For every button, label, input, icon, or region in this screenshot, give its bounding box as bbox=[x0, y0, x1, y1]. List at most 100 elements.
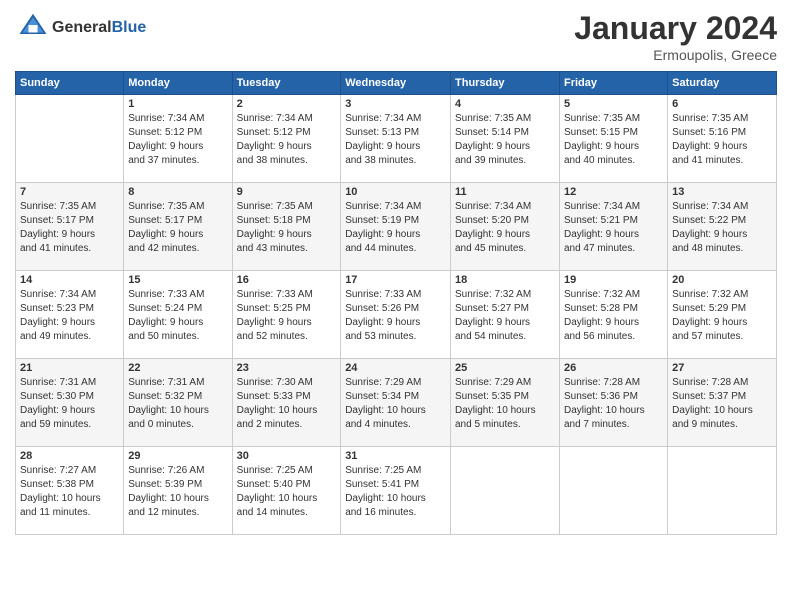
calendar-cell: 9 Sunrise: 7:35 AM Sunset: 5:18 PM Daylig… bbox=[232, 183, 341, 271]
day-info: Sunrise: 7:33 AM Sunset: 5:25 PM Dayligh… bbox=[237, 288, 337, 344]
calendar-cell bbox=[451, 447, 560, 535]
calendar-table: Sunday Monday Tuesday Wednesday Thursday… bbox=[15, 71, 777, 535]
calendar-cell: 5 Sunrise: 7:35 AM Sunset: 5:15 PM Daylig… bbox=[559, 95, 667, 183]
day-number: 20 bbox=[672, 274, 772, 286]
day-info: Sunrise: 7:26 AM Sunset: 5:39 PM Dayligh… bbox=[128, 464, 227, 520]
day-number: 6 bbox=[672, 98, 772, 110]
day-info: Sunrise: 7:32 AM Sunset: 5:29 PM Dayligh… bbox=[672, 288, 772, 344]
calendar-cell: 23Sunrise: 7:30 AM Sunset: 5:33 PM Dayli… bbox=[232, 359, 341, 447]
calendar-cell: 3Sunrise: 7:34 AM Sunset: 5:13 PM Daylig… bbox=[341, 95, 451, 183]
calendar-cell: 14 Sunrise: 7:34 AM Sunset: 5:23 PM Dayli… bbox=[16, 271, 124, 359]
day-number: 7 bbox=[20, 186, 119, 198]
logo-text: GeneralBlue bbox=[52, 19, 146, 37]
day-number: 26 bbox=[564, 362, 663, 374]
day-info: Sunrise: 7:35 AM Sunset: 5:16 PM Dayligh… bbox=[672, 112, 772, 168]
calendar-cell bbox=[16, 95, 124, 183]
day-number: 25 bbox=[455, 362, 555, 374]
day-number: 30 bbox=[237, 450, 337, 462]
day-number: 2 bbox=[237, 98, 337, 110]
month-title: January 2024 bbox=[574, 10, 777, 47]
day-number: 22 bbox=[128, 362, 227, 374]
calendar-cell: 13Sunrise: 7:34 AM Sunset: 5:22 PM Dayli… bbox=[668, 183, 777, 271]
calendar-cell: 4 Sunrise: 7:35 AM Sunset: 5:14 PM Daylig… bbox=[451, 95, 560, 183]
day-info: Sunrise: 7:35 AM Sunset: 5:14 PM Dayligh… bbox=[455, 112, 555, 168]
calendar-cell: 22Sunrise: 7:31 AM Sunset: 5:32 PM Dayli… bbox=[124, 359, 232, 447]
day-number: 4 bbox=[455, 98, 555, 110]
calendar-cell: 2 Sunrise: 7:34 AM Sunset: 5:12 PM Daylig… bbox=[232, 95, 341, 183]
calendar-cell: 27 Sunrise: 7:28 AM Sunset: 5:37 PM Dayli… bbox=[668, 359, 777, 447]
calendar-cell: 20 Sunrise: 7:32 AM Sunset: 5:29 PM Dayli… bbox=[668, 271, 777, 359]
calendar-cell: 16 Sunrise: 7:33 AM Sunset: 5:25 PM Dayli… bbox=[232, 271, 341, 359]
calendar-cell: 10Sunrise: 7:34 AM Sunset: 5:19 PM Dayli… bbox=[341, 183, 451, 271]
day-number: 11 bbox=[455, 186, 555, 198]
location: Ermoupolis, Greece bbox=[574, 47, 777, 63]
day-info: Sunrise: 7:33 AM Sunset: 5:26 PM Dayligh… bbox=[345, 288, 446, 344]
calendar-cell: 29 Sunrise: 7:26 AM Sunset: 5:39 PM Dayli… bbox=[124, 447, 232, 535]
day-number: 24 bbox=[345, 362, 446, 374]
day-info: Sunrise: 7:34 AM Sunset: 5:23 PM Dayligh… bbox=[20, 288, 119, 344]
calendar-cell: 21 Sunrise: 7:31 AM Sunset: 5:30 PM Dayli… bbox=[16, 359, 124, 447]
day-number: 14 bbox=[20, 274, 119, 286]
calendar-header-row: Sunday Monday Tuesday Wednesday Thursday… bbox=[16, 72, 777, 95]
col-monday: Monday bbox=[124, 72, 232, 95]
calendar-cell: 19Sunrise: 7:32 AM Sunset: 5:28 PM Dayli… bbox=[559, 271, 667, 359]
day-number: 16 bbox=[237, 274, 337, 286]
day-info: Sunrise: 7:28 AM Sunset: 5:37 PM Dayligh… bbox=[672, 376, 772, 432]
day-number: 15 bbox=[128, 274, 227, 286]
col-thursday: Thursday bbox=[451, 72, 560, 95]
calendar-cell bbox=[559, 447, 667, 535]
day-number: 8 bbox=[128, 186, 227, 198]
day-info: Sunrise: 7:34 AM Sunset: 5:12 PM Dayligh… bbox=[128, 112, 227, 168]
header: GeneralBlue January 2024 Ermoupolis, Gre… bbox=[15, 10, 777, 63]
day-number: 23 bbox=[237, 362, 337, 374]
logo: GeneralBlue bbox=[15, 10, 146, 45]
calendar-week-4: 21 Sunrise: 7:31 AM Sunset: 5:30 PM Dayli… bbox=[16, 359, 777, 447]
day-number: 12 bbox=[564, 186, 663, 198]
calendar-cell: 17Sunrise: 7:33 AM Sunset: 5:26 PM Dayli… bbox=[341, 271, 451, 359]
day-info: Sunrise: 7:31 AM Sunset: 5:30 PM Dayligh… bbox=[20, 376, 119, 432]
col-tuesday: Tuesday bbox=[232, 72, 341, 95]
day-info: Sunrise: 7:28 AM Sunset: 5:36 PM Dayligh… bbox=[564, 376, 663, 432]
day-number: 5 bbox=[564, 98, 663, 110]
day-info: Sunrise: 7:35 AM Sunset: 5:18 PM Dayligh… bbox=[237, 200, 337, 256]
day-number: 29 bbox=[128, 450, 227, 462]
day-number: 3 bbox=[345, 98, 446, 110]
day-info: Sunrise: 7:34 AM Sunset: 5:12 PM Dayligh… bbox=[237, 112, 337, 168]
calendar-cell: 12 Sunrise: 7:34 AM Sunset: 5:21 PM Dayli… bbox=[559, 183, 667, 271]
day-number: 27 bbox=[672, 362, 772, 374]
calendar-cell: 1 Sunrise: 7:34 AM Sunset: 5:12 PM Daylig… bbox=[124, 95, 232, 183]
day-info: Sunrise: 7:34 AM Sunset: 5:19 PM Dayligh… bbox=[345, 200, 446, 256]
day-number: 31 bbox=[345, 450, 446, 462]
logo-general: General bbox=[52, 19, 112, 36]
col-friday: Friday bbox=[559, 72, 667, 95]
logo-icon bbox=[18, 10, 48, 40]
day-info: Sunrise: 7:29 AM Sunset: 5:34 PM Dayligh… bbox=[345, 376, 446, 432]
day-info: Sunrise: 7:35 AM Sunset: 5:15 PM Dayligh… bbox=[564, 112, 663, 168]
col-sunday: Sunday bbox=[16, 72, 124, 95]
day-info: Sunrise: 7:35 AM Sunset: 5:17 PM Dayligh… bbox=[20, 200, 119, 256]
day-info: Sunrise: 7:34 AM Sunset: 5:21 PM Dayligh… bbox=[564, 200, 663, 256]
day-info: Sunrise: 7:32 AM Sunset: 5:27 PM Dayligh… bbox=[455, 288, 555, 344]
calendar-page: GeneralBlue January 2024 Ermoupolis, Gre… bbox=[0, 0, 792, 612]
day-number: 1 bbox=[128, 98, 227, 110]
calendar-cell: 30 Sunrise: 7:25 AM Sunset: 5:40 PM Dayli… bbox=[232, 447, 341, 535]
day-info: Sunrise: 7:34 AM Sunset: 5:22 PM Dayligh… bbox=[672, 200, 772, 256]
day-info: Sunrise: 7:35 AM Sunset: 5:17 PM Dayligh… bbox=[128, 200, 227, 256]
day-info: Sunrise: 7:33 AM Sunset: 5:24 PM Dayligh… bbox=[128, 288, 227, 344]
calendar-cell: 28 Sunrise: 7:27 AM Sunset: 5:38 PM Dayli… bbox=[16, 447, 124, 535]
day-number: 9 bbox=[237, 186, 337, 198]
calendar-cell: 18Sunrise: 7:32 AM Sunset: 5:27 PM Dayli… bbox=[451, 271, 560, 359]
calendar-week-5: 28 Sunrise: 7:27 AM Sunset: 5:38 PM Dayli… bbox=[16, 447, 777, 535]
calendar-cell: 31Sunrise: 7:25 AM Sunset: 5:41 PM Dayli… bbox=[341, 447, 451, 535]
calendar-cell: 25Sunrise: 7:29 AM Sunset: 5:35 PM Dayli… bbox=[451, 359, 560, 447]
day-info: Sunrise: 7:27 AM Sunset: 5:38 PM Dayligh… bbox=[20, 464, 119, 520]
calendar-week-3: 14 Sunrise: 7:34 AM Sunset: 5:23 PM Dayli… bbox=[16, 271, 777, 359]
calendar-cell: 15 Sunrise: 7:33 AM Sunset: 5:24 PM Dayli… bbox=[124, 271, 232, 359]
day-number: 21 bbox=[20, 362, 119, 374]
logo-blue: Blue bbox=[112, 19, 147, 36]
calendar-week-2: 7 Sunrise: 7:35 AM Sunset: 5:17 PM Daylig… bbox=[16, 183, 777, 271]
day-info: Sunrise: 7:25 AM Sunset: 5:40 PM Dayligh… bbox=[237, 464, 337, 520]
calendar-cell bbox=[668, 447, 777, 535]
calendar-cell: 26 Sunrise: 7:28 AM Sunset: 5:36 PM Dayli… bbox=[559, 359, 667, 447]
day-number: 28 bbox=[20, 450, 119, 462]
